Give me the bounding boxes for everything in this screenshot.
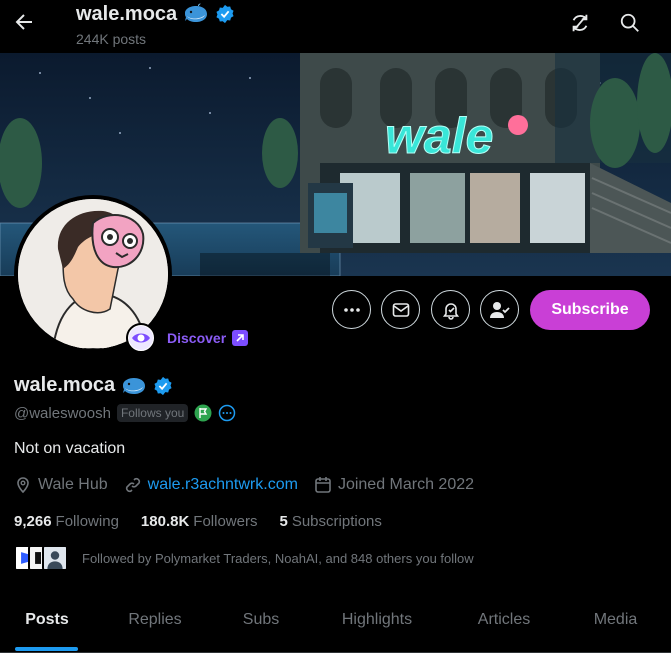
- followed-by-avatars: [14, 545, 68, 571]
- verified-badge-icon[interactable]: [153, 376, 173, 396]
- profile-handle: @waleswoosh: [14, 404, 111, 422]
- whale-emoji-icon: [123, 377, 146, 394]
- notify-button[interactable]: [431, 290, 470, 329]
- subscriptions-stat[interactable]: 5 Subscriptions: [279, 513, 381, 530]
- joined-item: Joined March 2022: [314, 476, 474, 494]
- posts-count: 244K posts: [76, 31, 147, 47]
- more-icon: [343, 307, 360, 312]
- flag-badge-icon[interactable]: [194, 404, 212, 422]
- top-bar: wale.moca 244K posts: [0, 0, 671, 53]
- user-check-icon: [489, 301, 510, 318]
- website-link[interactable]: wale.r3achntwrk.com: [148, 476, 298, 494]
- tab-highlights[interactable]: Highlights: [306, 597, 448, 643]
- followers-label: Followers: [193, 513, 258, 530]
- following-stat[interactable]: 9,266 Following: [14, 513, 119, 530]
- friend-avatar: [42, 545, 68, 571]
- sync-button[interactable]: [569, 12, 591, 34]
- follow-button[interactable]: [480, 290, 519, 329]
- more-circle-icon[interactable]: [218, 404, 236, 422]
- location-icon: [17, 477, 29, 494]
- followers-stat[interactable]: 180.8K Followers: [141, 513, 258, 530]
- profile-stats: 9,266 Following 180.8K Followers 5 Subscrip…: [14, 513, 404, 530]
- handle-row: @waleswoosh Follows you: [14, 404, 236, 422]
- location-item: Wale Hub: [14, 476, 108, 494]
- tab-posts[interactable]: Posts: [0, 597, 94, 643]
- location-text: Wale Hub: [38, 476, 108, 493]
- discover-label: Discover: [167, 330, 227, 346]
- search-icon: [620, 13, 639, 32]
- profile-tabs: Posts Replies Subs Highlights Articles M…: [0, 597, 671, 653]
- back-button[interactable]: [12, 10, 36, 34]
- profile-meta: Wale Hub wale.r3achntwrk.com Joined Marc…: [14, 476, 490, 494]
- discover-badge[interactable]: [126, 323, 156, 353]
- joined-text: Joined March 2022: [337, 476, 475, 493]
- verified-badge-icon: [216, 4, 234, 24]
- profile-bio: Not on vacation: [14, 440, 126, 457]
- subscriptions-count: 5: [279, 513, 288, 530]
- tab-subs[interactable]: Subs: [216, 597, 306, 643]
- tab-articles[interactable]: Articles: [448, 597, 560, 643]
- following-label: Following: [55, 513, 119, 530]
- bell-icon: [442, 302, 459, 320]
- link-icon: [125, 477, 140, 493]
- profile-name: wale.moca: [14, 374, 116, 396]
- eye-icon: [129, 326, 153, 350]
- header-title-block: wale.moca 244K posts: [76, 2, 235, 47]
- search-button[interactable]: [619, 12, 641, 34]
- whale-emoji-icon: [185, 3, 208, 22]
- tab-media[interactable]: Media: [560, 597, 671, 643]
- arrow-left-icon: [15, 14, 32, 30]
- followed-by-text: Followed by Polymarket Traders, NoahAI, …: [82, 550, 474, 566]
- banner-sign-text: wale: [385, 108, 493, 164]
- sync-icon: [572, 14, 588, 32]
- active-tab-indicator: [15, 647, 78, 651]
- followers-count: 180.8K: [140, 513, 190, 530]
- profile-name-row: wale.moca: [14, 374, 173, 397]
- website-item[interactable]: wale.r3achntwrk.com: [124, 476, 298, 494]
- following-count: 9,266: [14, 513, 52, 530]
- calendar-icon: [315, 477, 331, 493]
- message-button[interactable]: [381, 290, 420, 329]
- mail-icon: [392, 302, 409, 317]
- follows-you-badge: Follows you: [116, 404, 189, 422]
- discover-link[interactable]: Discover: [167, 330, 249, 346]
- page-title: wale.moca: [76, 2, 178, 25]
- followed-by-row[interactable]: Followed by Polymarket Traders, NoahAI, …: [14, 545, 474, 571]
- subscriptions-label: Subscriptions: [291, 513, 382, 530]
- subscribe-button[interactable]: Subscribe: [530, 290, 650, 330]
- more-button[interactable]: [332, 290, 371, 329]
- external-arrow-icon: [232, 330, 249, 346]
- tab-replies[interactable]: Replies: [94, 597, 216, 643]
